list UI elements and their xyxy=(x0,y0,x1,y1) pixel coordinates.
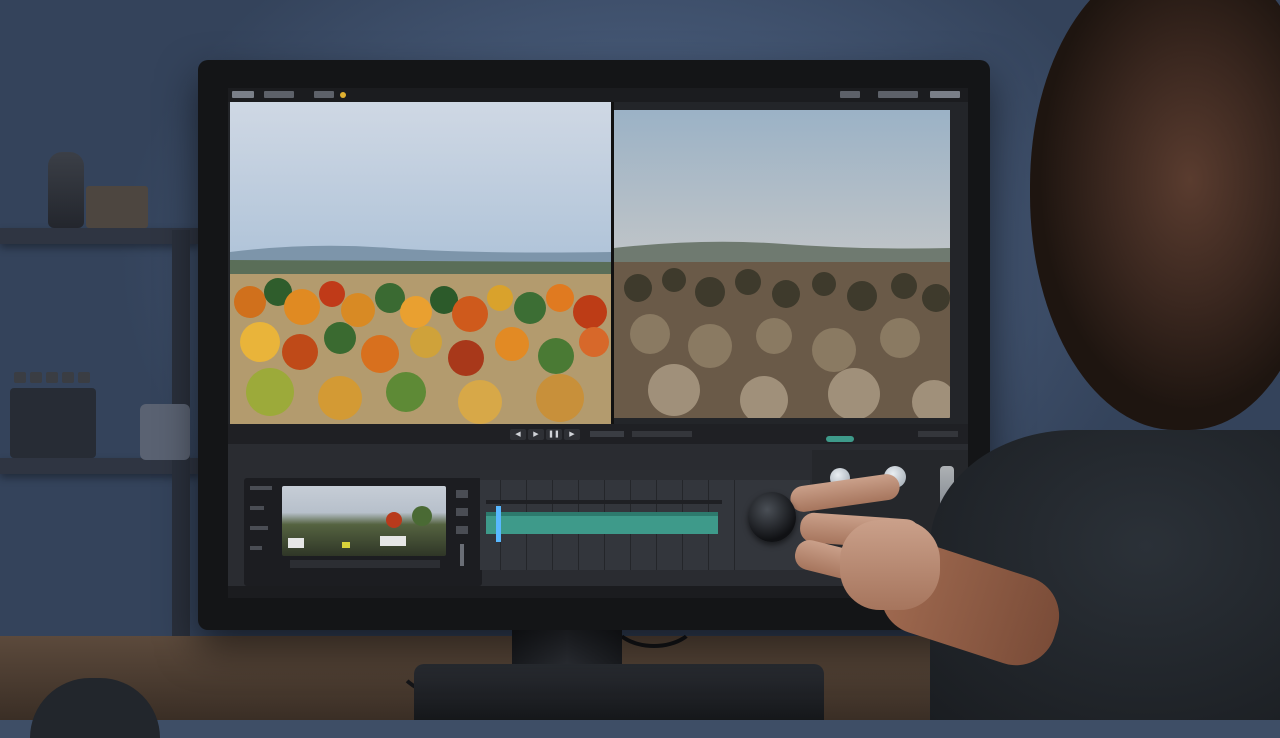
tool-select-icon[interactable] xyxy=(14,372,26,383)
finger xyxy=(788,472,902,514)
vase xyxy=(48,152,84,228)
edit-tools-column xyxy=(452,488,476,572)
viewer-left[interactable] xyxy=(230,102,612,424)
search-icon[interactable] xyxy=(878,91,918,98)
timeline-gridline xyxy=(734,480,735,570)
shelf-board-bottom xyxy=(0,458,200,474)
sidebar-line xyxy=(250,546,262,550)
shelf-board-top xyxy=(0,228,200,244)
wooden-box xyxy=(86,186,148,228)
cup xyxy=(140,404,190,460)
window-controls-icon[interactable] xyxy=(930,91,960,98)
timeline-ruler[interactable] xyxy=(480,470,810,480)
sidebar-line xyxy=(250,486,272,490)
original-landscape-image xyxy=(614,241,950,418)
volume-slider[interactable] xyxy=(460,544,464,566)
tool-icon[interactable] xyxy=(456,526,468,534)
thumbnail-controls[interactable] xyxy=(290,560,440,568)
monitor-stand-base xyxy=(414,664,824,720)
tool-icon[interactable] xyxy=(456,508,468,516)
transport-bar: ◀ ▶ ❚❚ ▶ xyxy=(228,424,968,444)
sidebar-line xyxy=(250,526,268,530)
tool-hand-icon[interactable] xyxy=(78,372,90,383)
viewer-right[interactable] xyxy=(614,110,950,418)
speaker xyxy=(10,388,96,458)
clip-thumbnail[interactable] xyxy=(282,486,446,556)
bookshelf xyxy=(0,0,210,720)
autumn-landscape-image xyxy=(230,245,612,424)
wifi-icon[interactable] xyxy=(840,91,860,98)
file-menu-icon[interactable] xyxy=(264,91,294,98)
hand xyxy=(770,470,940,620)
timecode-field[interactable] xyxy=(590,431,624,437)
timeline-marker-track[interactable] xyxy=(486,500,722,504)
app-menu-icon[interactable] xyxy=(232,91,254,98)
tool-zoom-icon[interactable] xyxy=(62,372,74,383)
menu-bar xyxy=(228,88,968,102)
view-menu-icon[interactable] xyxy=(340,92,346,98)
toolbar xyxy=(14,372,224,386)
palm xyxy=(840,520,940,610)
tool-icon[interactable] xyxy=(456,490,468,498)
media-pool-sidebar xyxy=(250,486,274,576)
control-dial[interactable] xyxy=(748,492,796,542)
video-clip-header xyxy=(486,512,718,516)
color-wheel-icon[interactable] xyxy=(826,436,854,442)
pause-button[interactable]: ❚❚ xyxy=(546,429,562,440)
next-frame-button[interactable]: ▶ xyxy=(564,429,580,440)
play-button[interactable]: ▶ xyxy=(528,429,544,440)
thumbnail-image xyxy=(288,506,432,548)
playback-controls[interactable] xyxy=(632,431,692,437)
viewer-options[interactable] xyxy=(918,431,958,437)
tool-blade-icon[interactable] xyxy=(30,372,42,383)
playhead[interactable] xyxy=(496,506,501,542)
sidebar-line xyxy=(250,506,264,510)
edit-menu-icon[interactable] xyxy=(314,91,334,98)
prev-frame-button[interactable]: ◀ xyxy=(510,429,526,440)
tool-trim-icon[interactable] xyxy=(46,372,58,383)
